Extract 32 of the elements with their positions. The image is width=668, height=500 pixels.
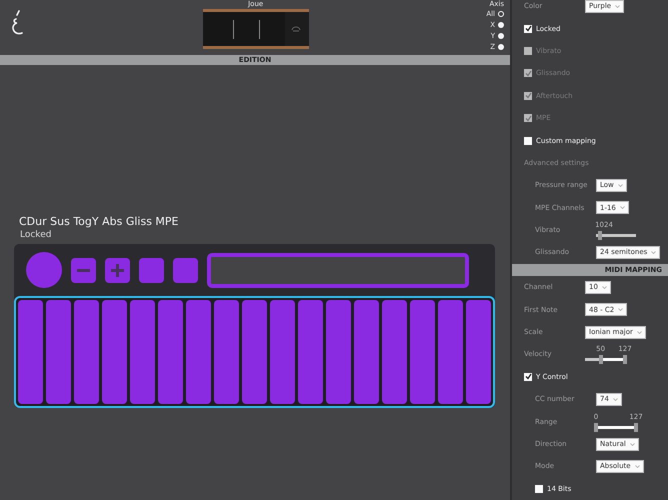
caret-icon xyxy=(620,206,625,210)
radio-button[interactable] xyxy=(498,22,504,28)
slider-thumb[interactable] xyxy=(598,355,603,364)
slider-thumb[interactable] xyxy=(598,231,602,240)
round-pad[interactable] xyxy=(26,252,62,288)
square-pad[interactable] xyxy=(173,258,198,282)
minus-button[interactable] xyxy=(71,258,96,282)
caret-icon xyxy=(602,286,607,289)
caret-icon xyxy=(615,4,620,8)
radio-button[interactable] xyxy=(498,11,504,17)
caret-icon xyxy=(651,250,656,254)
radio-button[interactable] xyxy=(498,44,504,50)
radio-button[interactable] xyxy=(498,33,504,39)
minus-icon xyxy=(77,268,90,272)
slider-thumb[interactable] xyxy=(594,422,598,432)
slider-thumb[interactable] xyxy=(623,355,627,364)
caret-icon xyxy=(612,398,618,401)
checkbox[interactable] xyxy=(524,372,532,381)
caret-icon xyxy=(634,464,640,468)
square-pad[interactable] xyxy=(139,258,164,282)
caret-icon xyxy=(636,330,642,334)
checkbox[interactable] xyxy=(535,484,543,493)
checkbox[interactable] xyxy=(524,24,532,33)
plus-button[interactable] xyxy=(105,258,130,282)
caret-icon xyxy=(618,308,624,312)
plus-icon xyxy=(111,264,124,276)
preset-name: CDur Sus TogY Abs Gliss MPE xyxy=(19,215,180,228)
preset-status: Locked xyxy=(20,230,52,240)
caret-icon xyxy=(618,184,623,187)
caret-icon xyxy=(630,442,635,446)
slider-thumb[interactable] xyxy=(634,422,638,432)
checkbox[interactable] xyxy=(524,136,532,145)
